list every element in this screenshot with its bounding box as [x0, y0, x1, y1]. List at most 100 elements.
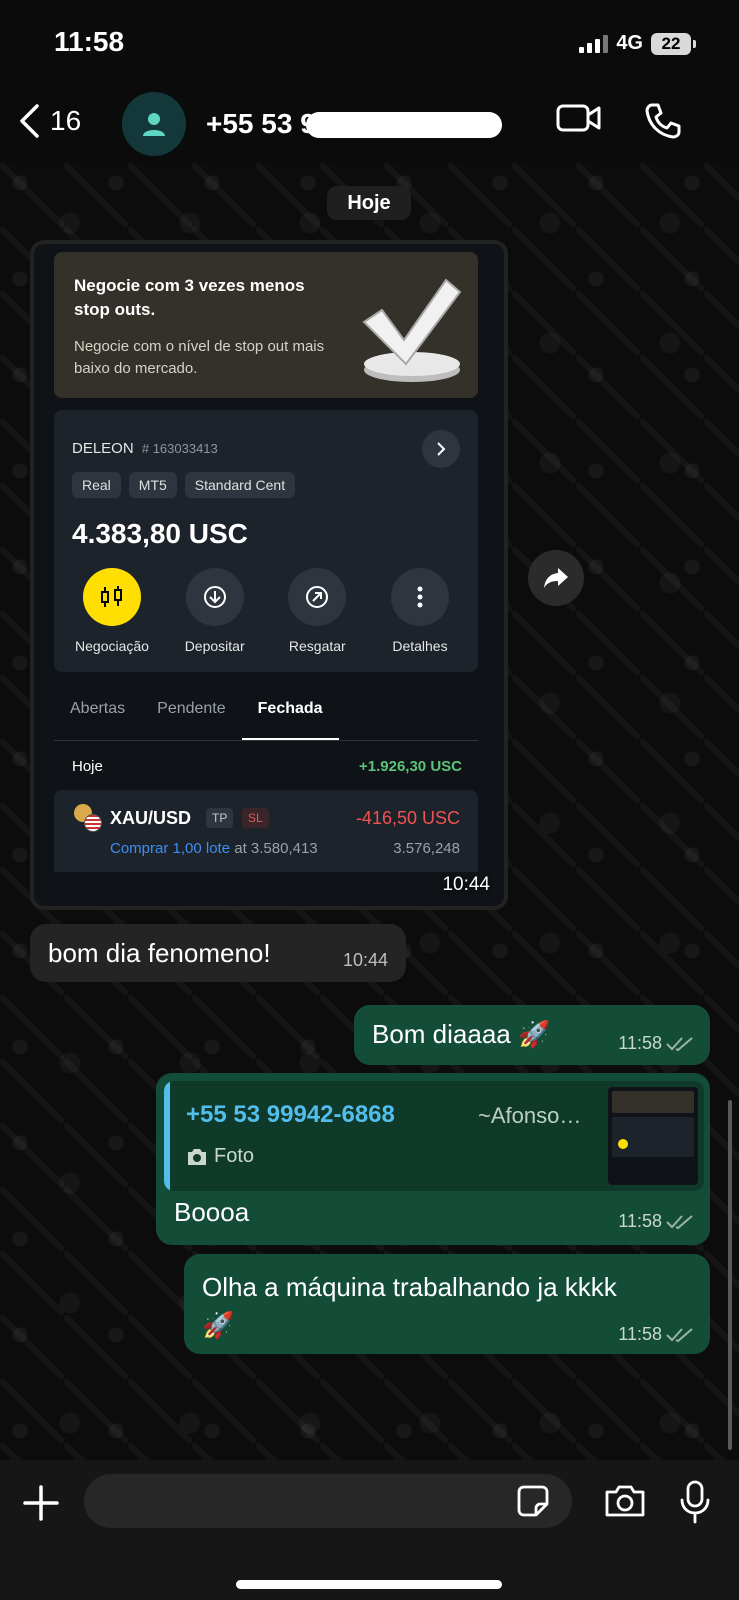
quoted-media: Foto — [186, 1145, 254, 1168]
camera-icon[interactable] — [604, 1484, 646, 1518]
account-balance: 4.383,80 USC — [72, 518, 248, 549]
camera-icon — [188, 1148, 206, 1165]
quoted-sender-name: ~Afonso… — [478, 1103, 582, 1128]
action-deposit: Depositar — [165, 568, 265, 654]
tab-closed: Fechada — [241, 686, 339, 740]
message-meta: 11:58 — [618, 1033, 694, 1054]
contact-name[interactable]: +55 53 9 — [206, 108, 316, 140]
incoming-message[interactable]: bom dia fenomeno! 10:44 — [30, 924, 406, 982]
composer-bar — [0, 1460, 739, 1600]
tag-account-type: Standard Cent — [184, 472, 296, 498]
trade-side: Comprar 1,00 lote at 3.580,413 — [110, 840, 318, 857]
message-meta: 11:58 — [618, 1211, 694, 1232]
account-id: # 163033413 — [141, 441, 218, 456]
trade-pnl: -416,50 USC — [355, 808, 460, 828]
tag-platform: MT5 — [128, 472, 177, 498]
message-time: 11:58 — [618, 1211, 662, 1231]
outgoing-message[interactable]: Olha a máquina trabalhando ja kkkk 🚀 11:5… — [184, 1254, 710, 1354]
arrow-up-right-circle-icon — [288, 568, 347, 626]
plus-icon[interactable] — [22, 1484, 60, 1522]
trade-row: XAU/USD TP SL -416,50 USC Comprar 1,00 l… — [54, 790, 478, 872]
action-label: Resgatar — [288, 638, 346, 654]
account-actions: Negociação Depositar Resgatar Detalhes — [62, 568, 470, 654]
forward-icon — [544, 568, 568, 588]
network-label: 4G — [616, 32, 643, 54]
outgoing-message[interactable]: Bom diaaaa 🚀 11:58 — [354, 1005, 710, 1065]
checkmark-illustration — [362, 278, 462, 382]
message-text: Bom diaaaa 🚀 — [372, 1019, 550, 1050]
quoted-sender-number: +55 53 99942-6868 — [186, 1101, 395, 1128]
day-summary: Hoje +1.926,30 USC — [72, 758, 462, 775]
unread-count: 16 — [50, 105, 82, 136]
message-input[interactable] — [84, 1474, 572, 1528]
promo-subtitle: Negocie com o nível de stop out mais bai… — [74, 338, 325, 377]
message-text: Boooa — [174, 1197, 250, 1227]
more-vertical-icon — [390, 568, 449, 626]
chevron-right-icon — [422, 430, 460, 468]
screenshot-image[interactable]: Negocie com 3 vezes menos stop outs. Neg… — [34, 244, 504, 906]
message-body: Bom diaaaa — [372, 1019, 511, 1049]
close-price: 3.576,248 — [393, 840, 460, 857]
message-time: 11:58 — [618, 1324, 662, 1344]
tag-real: Real — [72, 472, 121, 498]
action-label: Negociação — [75, 638, 149, 654]
us-flag-icon — [84, 814, 102, 832]
redaction-mark — [306, 112, 502, 138]
outgoing-reply-message[interactable]: +55 53 99942-6868 ~Afonso… Foto Boooa 11… — [156, 1073, 710, 1245]
quoted-message[interactable]: +55 53 99942-6868 ~Afonso… Foto — [164, 1081, 704, 1191]
tab-pending: Pendente — [157, 700, 226, 717]
image-message[interactable]: Negocie com 3 vezes menos stop outs. Neg… — [30, 240, 508, 910]
message-time: 10:44 — [442, 874, 490, 895]
quote-bar — [164, 1081, 170, 1191]
message-meta: 11:58 — [618, 1324, 694, 1345]
status-time: 11:58 — [54, 26, 125, 57]
scrollbar[interactable] — [728, 1100, 732, 1450]
message-time: 11:58 — [618, 1033, 662, 1053]
status-indicators: 4G 22 — [579, 32, 696, 55]
tab-open: Abertas — [70, 700, 126, 717]
video-call-icon[interactable] — [556, 102, 602, 134]
quoted-media-label: Foto — [214, 1145, 255, 1167]
promo-card: Negocie com 3 vezes menos stop outs. Neg… — [54, 252, 478, 398]
open-price: at 3.580,413 — [234, 840, 318, 857]
message-body: Olha a máquina trabalhando ja kkkk — [202, 1272, 617, 1302]
date-divider: Hoje — [327, 186, 411, 220]
trade-symbol: XAU/USD — [110, 808, 192, 828]
battery-icon: 22 — [651, 32, 696, 55]
rocket-emoji: 🚀 — [202, 1310, 235, 1340]
microphone-icon[interactable] — [680, 1480, 710, 1524]
signal-icon — [579, 34, 609, 53]
chevron-left-icon — [20, 104, 39, 138]
quoted-thumbnail — [608, 1087, 698, 1185]
action-label: Detalhes — [392, 638, 448, 654]
avatar[interactable] — [122, 92, 186, 156]
rocket-emoji: 🚀 — [518, 1019, 551, 1049]
back-button[interactable]: 16 — [18, 104, 81, 138]
action-withdraw: Resgatar — [267, 568, 367, 654]
candles-icon — [83, 568, 141, 626]
action-label: Depositar — [184, 638, 245, 654]
tp-badge: TP — [206, 808, 234, 828]
trade-side-label: Comprar 1,00 lote — [110, 840, 231, 857]
message-time: 10:44 — [342, 950, 388, 970]
person-icon — [143, 113, 165, 136]
orders-tabs: Abertas Pendente Fechada — [54, 686, 478, 741]
double-check-icon — [666, 1327, 693, 1342]
home-indicator — [236, 1580, 502, 1589]
phone-call-icon[interactable] — [644, 102, 682, 140]
forward-button[interactable] — [528, 550, 584, 606]
message-text: bom dia fenomeno! — [48, 938, 271, 968]
double-check-icon — [666, 1214, 693, 1229]
action-details: Detalhes — [370, 568, 470, 654]
account-card: DELEON # 163033413 Real MT5 Standard Cen… — [54, 410, 478, 672]
arrow-down-circle-icon — [185, 568, 244, 626]
day-label: Hoje — [72, 758, 103, 775]
chat-header: 16 +55 53 9 — [0, 88, 739, 163]
account-label: DELEON — [72, 440, 134, 457]
account-name: DELEON # 163033413 — [72, 440, 218, 457]
day-pnl: +1.926,30 USC — [359, 758, 462, 775]
sticker-icon[interactable] — [516, 1484, 550, 1518]
account-tags: Real MT5 Standard Cent — [72, 472, 296, 498]
promo-title: Negocie com 3 vezes menos stop outs. — [74, 276, 305, 319]
sl-badge: SL — [242, 808, 269, 828]
